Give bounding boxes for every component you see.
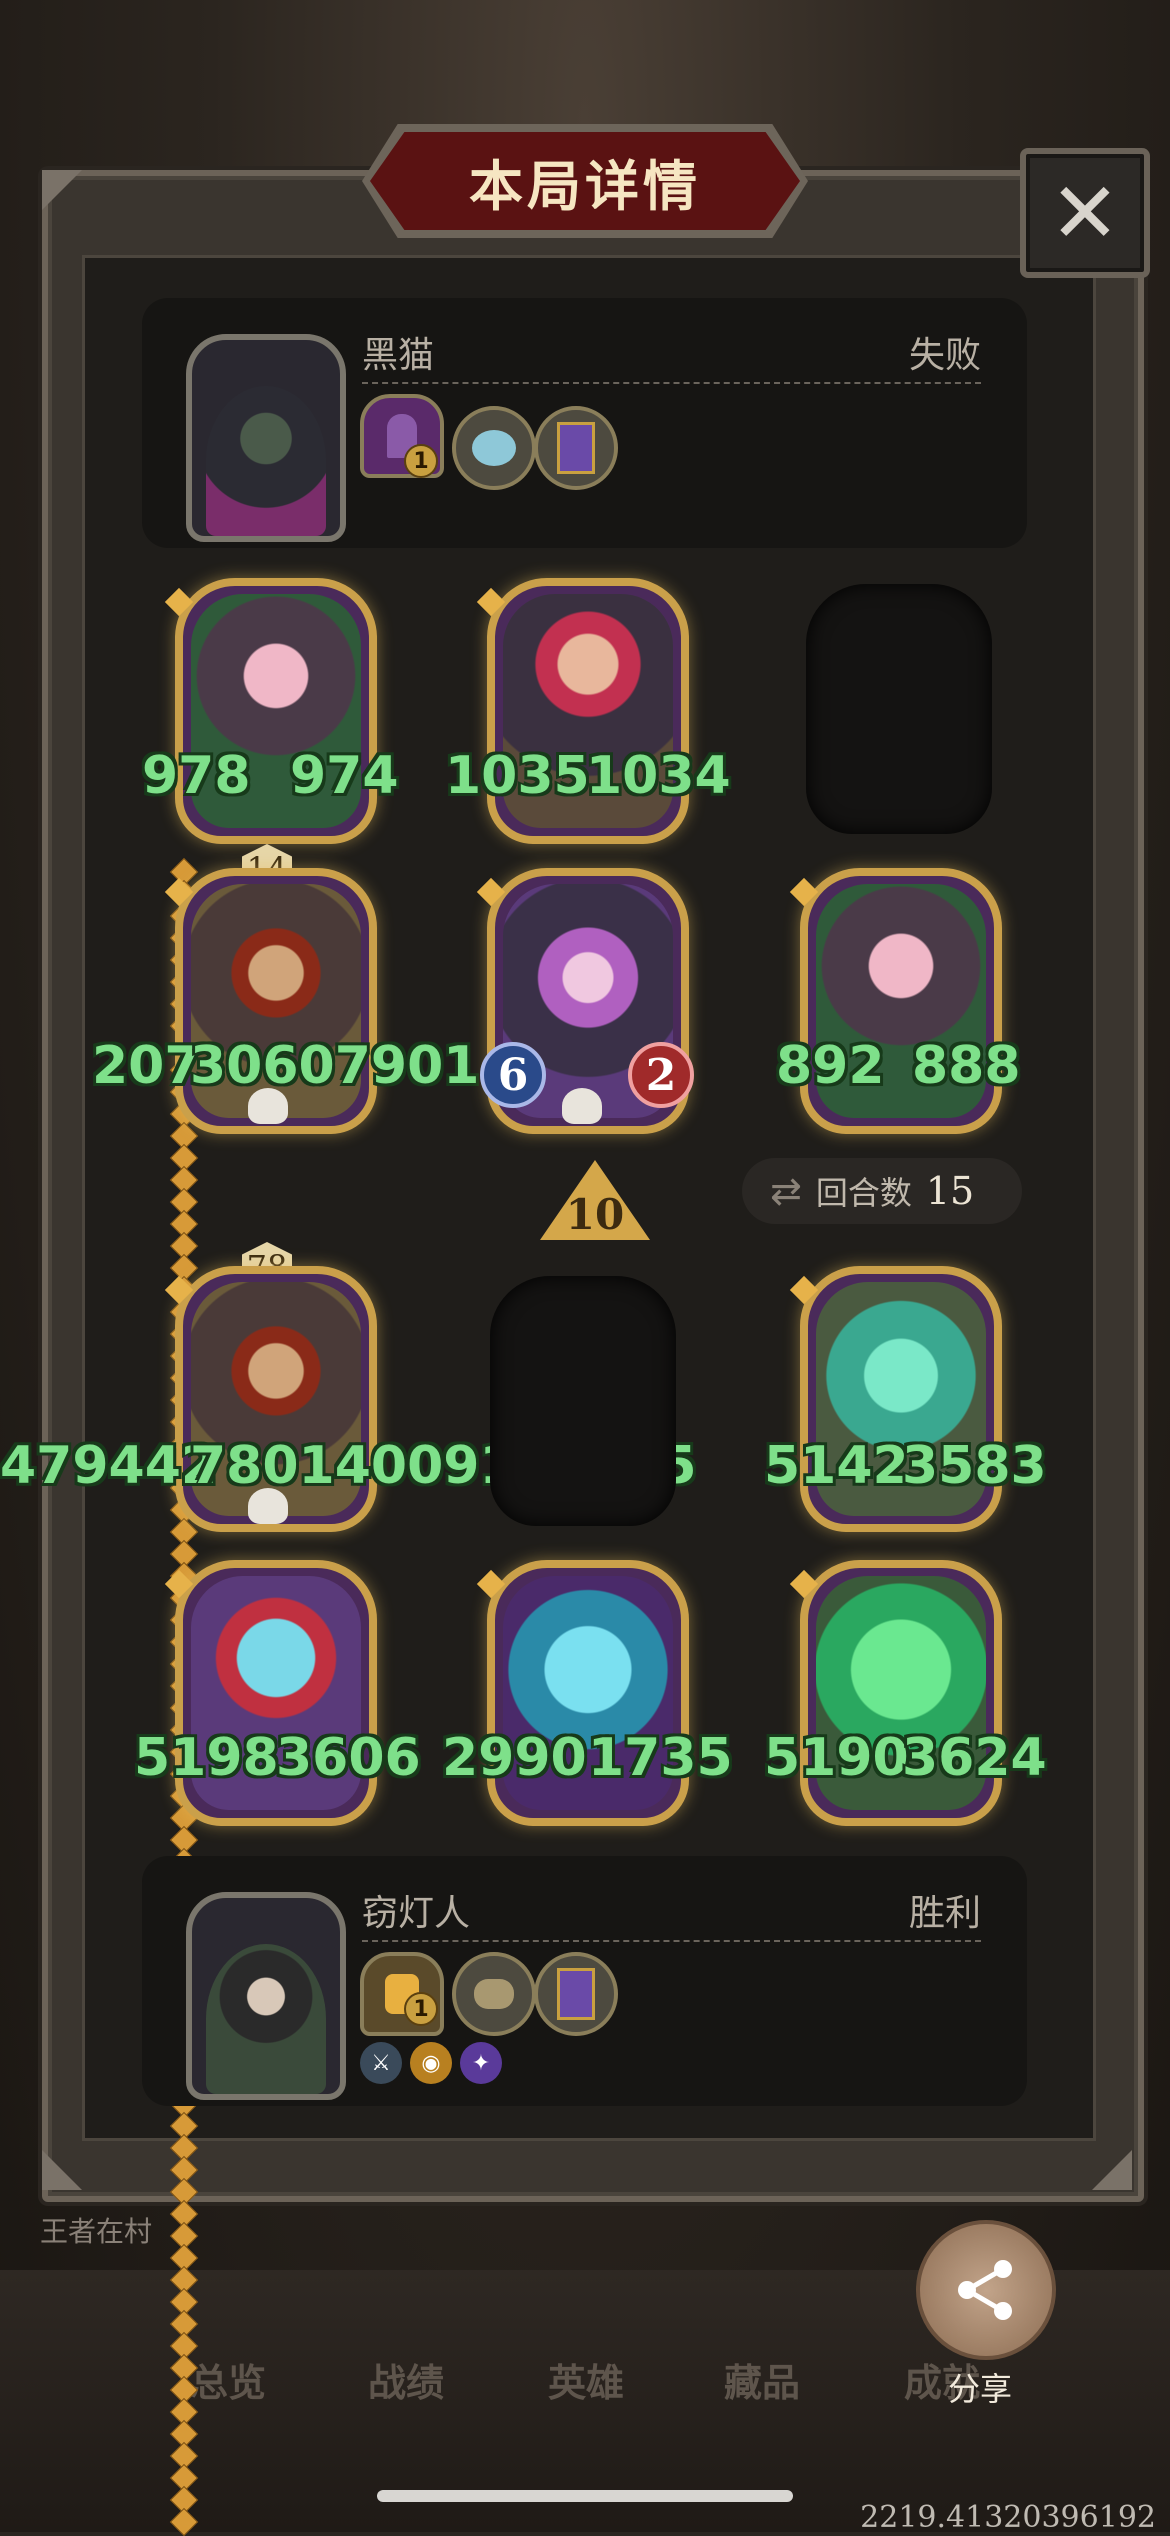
death-skull-icon xyxy=(248,1488,288,1524)
item-fishbowl[interactable] xyxy=(452,406,536,490)
minion-attack: 5190 xyxy=(764,1728,909,1788)
divider xyxy=(362,382,981,384)
nav-records[interactable]: 战绩 xyxy=(368,2352,444,2407)
item-level-badge: 1 xyxy=(404,1992,438,2026)
item-level-badge: 1 xyxy=(404,444,438,478)
hand-icon xyxy=(474,1979,514,2009)
opponent-avatar[interactable] xyxy=(186,334,346,542)
minion-health: 974 xyxy=(290,746,399,806)
share-icon xyxy=(958,2260,1012,2320)
item-scroll[interactable] xyxy=(534,1952,618,2036)
death-skull-icon xyxy=(562,1088,602,1124)
debug-readout: 2219.41320396192 xyxy=(860,2500,1156,2535)
minion-health: 3624 xyxy=(902,1728,1047,1788)
attack-chip: 6 xyxy=(480,1042,546,1108)
player-avatar[interactable] xyxy=(186,1892,346,2100)
item-scroll[interactable] xyxy=(534,406,618,490)
background-chat-text: 王者在村 xyxy=(40,2215,153,2248)
minion-health: 1735 xyxy=(588,1728,733,1788)
minion-attack: 5198 xyxy=(134,1728,279,1788)
minion-health: 30607901 xyxy=(190,1036,480,1096)
minion-attack: 207 xyxy=(92,1036,201,1096)
empty-board-slot xyxy=(806,584,992,834)
turn-counter: ⇄ 回合数 15 xyxy=(742,1158,1022,1224)
refresh-icon: ⇄ xyxy=(770,1169,802,1213)
coin-buff-icon: ◉ xyxy=(410,2042,452,2084)
tavern-tier: 10 xyxy=(565,1190,625,1239)
skull-buff-icon: ✦ xyxy=(460,2042,502,2084)
minion-attack: 2990 xyxy=(442,1728,587,1788)
health-chip: 2 xyxy=(628,1042,694,1108)
minion-attack: 479442 xyxy=(0,1436,218,1496)
player-result: 胜利 xyxy=(908,1893,981,1934)
turn-value: 15 xyxy=(925,1169,975,1213)
minion-health: 3583 xyxy=(902,1436,1047,1496)
nav-heroes[interactable]: 英雄 xyxy=(548,2352,624,2407)
share-label: 分享 xyxy=(948,2370,1013,2408)
item-lamp[interactable] xyxy=(360,1952,444,2036)
divider xyxy=(362,1940,981,1942)
minion-attack: 5142 xyxy=(764,1436,909,1496)
player-name: 窃灯人 xyxy=(362,1893,471,1934)
title-banner: 本局详情 xyxy=(370,132,800,230)
close-button[interactable]: ✕ xyxy=(1020,148,1150,278)
lamp-thief-portrait xyxy=(206,1944,326,2094)
close-icon: ✕ xyxy=(1049,164,1121,262)
opponent-name: 黑猫 xyxy=(362,335,435,376)
scroll-icon xyxy=(557,422,595,474)
death-skull-icon xyxy=(248,1088,288,1124)
scroll-icon xyxy=(557,1968,595,2020)
minion-attack: 978 xyxy=(142,746,251,806)
black-cat-portrait xyxy=(206,386,326,536)
share-button[interactable] xyxy=(916,2220,1056,2360)
nav-collection[interactable]: 藏品 xyxy=(724,2352,800,2407)
opponent-panel: 黑猫 失败 1 xyxy=(142,298,1027,548)
item-hand[interactable] xyxy=(452,1952,536,2036)
opponent-result: 失败 xyxy=(908,335,981,376)
minion-attack: 1035 xyxy=(445,746,590,806)
minion-health: 1034 xyxy=(586,746,731,806)
player-panel: 窃灯人 胜利 1 ⚔ ◉ ✦ xyxy=(142,1856,1027,2106)
minion-health: 3606 xyxy=(276,1728,421,1788)
page-title: 本局详情 xyxy=(469,154,701,218)
minion-health: 888 xyxy=(912,1036,1021,1096)
home-indicator xyxy=(377,2490,793,2502)
minion-attack: 892 xyxy=(776,1036,885,1096)
fishbowl-icon xyxy=(472,430,516,466)
empty-board-slot xyxy=(490,1276,676,1526)
turn-label: 回合数 xyxy=(815,1174,912,1212)
nav-overview[interactable]: 总览 xyxy=(190,2352,266,2407)
sword-buff-icon: ⚔ xyxy=(360,2042,402,2084)
